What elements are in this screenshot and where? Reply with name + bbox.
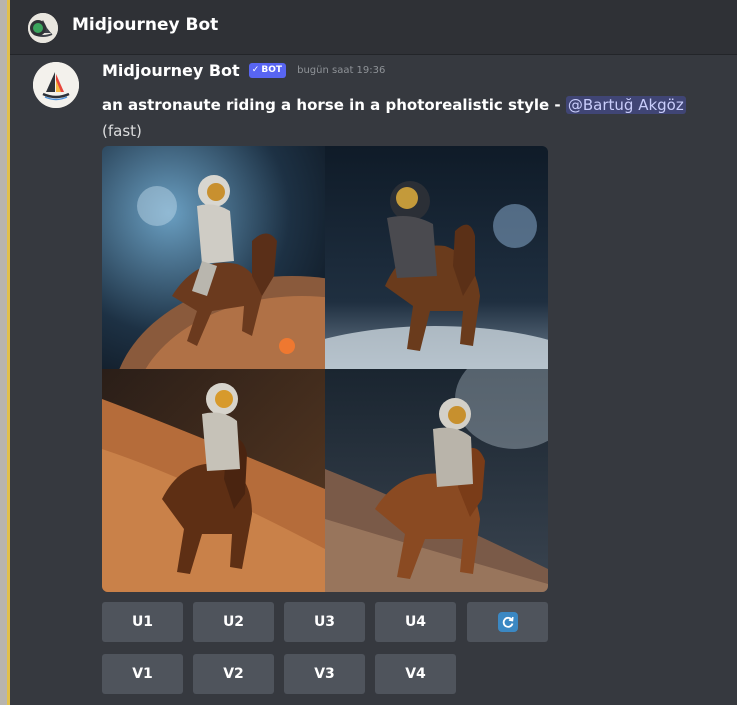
- astronaut-horse-image-4[interactable]: [325, 369, 548, 592]
- sailboat-logo-icon: [33, 62, 79, 108]
- image-grid[interactable]: [102, 146, 548, 592]
- prompt-text: an astronaute riding a horse in a photor…: [102, 96, 550, 114]
- discord-window: Midjourney Bot Midjourney Bot ✓ BOT bugün…: [7, 0, 737, 705]
- message-timestamp: bugün saat 19:36: [297, 65, 386, 76]
- user-mention[interactable]: @Bartuğ Akgöz: [565, 96, 686, 114]
- reroll-icon: [497, 612, 518, 632]
- channel-header: Midjourney Bot: [10, 0, 737, 54]
- u4-button[interactable]: U4: [375, 602, 456, 642]
- v1-button[interactable]: V1: [102, 654, 183, 694]
- v2-button[interactable]: V2: [193, 654, 274, 694]
- v3-button[interactable]: V3: [284, 654, 365, 694]
- u2-button[interactable]: U2: [193, 602, 274, 642]
- astronaut-horse-image-3[interactable]: [102, 369, 325, 592]
- astronaut-horse-image-1[interactable]: [102, 146, 325, 369]
- u3-button[interactable]: U3: [284, 602, 365, 642]
- bot-tag: ✓ BOT: [248, 63, 286, 78]
- astronaut-horse-image-2[interactable]: [325, 146, 548, 369]
- bot-tag-label: BOT: [261, 65, 282, 75]
- prompt-separator: -: [549, 96, 566, 114]
- online-status-icon: [30, 20, 46, 36]
- message-header: Midjourney Bot ✓ BOT bugün saat 19:36: [102, 60, 385, 82]
- author-name[interactable]: Midjourney Bot: [102, 61, 240, 80]
- u1-button[interactable]: U1: [102, 602, 183, 642]
- reroll-button[interactable]: [467, 602, 548, 642]
- author-avatar[interactable]: [33, 62, 79, 108]
- channel-title: Midjourney Bot: [72, 15, 219, 35]
- v4-button[interactable]: V4: [375, 654, 456, 694]
- speed-label: (fast): [102, 122, 142, 140]
- message-content: an astronaute riding a horse in a photor…: [102, 92, 702, 144]
- verified-check-icon: ✓: [251, 65, 260, 75]
